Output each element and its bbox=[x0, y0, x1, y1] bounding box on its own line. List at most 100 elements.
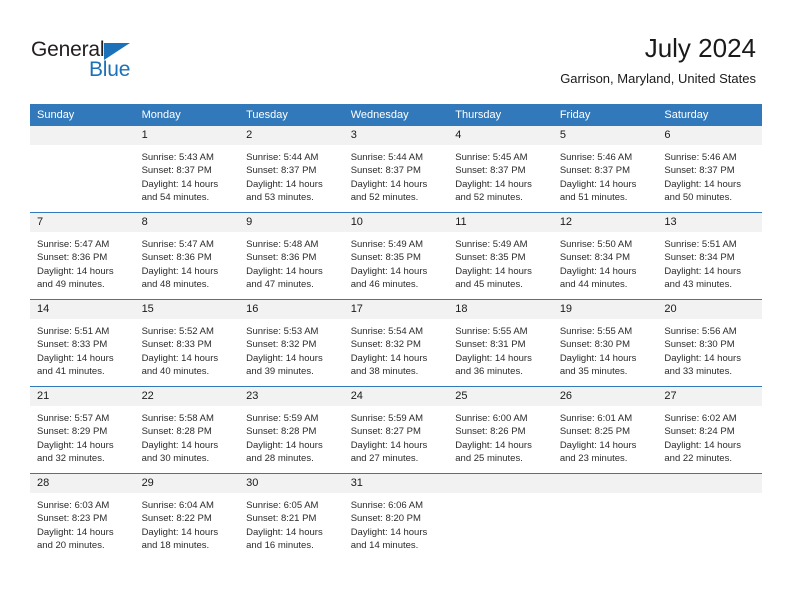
calendar-day-cell[interactable]: 5 Sunrise: 5:46 AM Sunset: 8:37 PM Daylight… bbox=[552, 126, 658, 213]
day-sun-info: Sunrise: 5:57 AM Sunset: 8:29 PM Daylight:… bbox=[30, 406, 135, 466]
calendar-day-cell[interactable]: 31 Sunrise: 6:06 AM Sunset: 8:20 PM Dayligh… bbox=[343, 473, 449, 560]
sunrise-text: Sunrise: 5:49 AM bbox=[455, 239, 528, 250]
calendar-day-cell[interactable]: 14 Sunrise: 5:51 AM Sunset: 8:33 PM Dayligh… bbox=[30, 299, 135, 387]
day-sun-info: Sunrise: 6:03 AM Sunset: 8:23 PM Daylight:… bbox=[30, 493, 135, 553]
calendar-day: 28 Sunrise: 6:03 AM Sunset: 8:23 PM Dayligh… bbox=[30, 474, 135, 560]
calendar-day: 5 Sunrise: 5:46 AM Sunset: 8:37 PM Daylight… bbox=[552, 126, 658, 212]
daylight-text-line2: and 18 minutes. bbox=[141, 540, 210, 552]
daylight-text-line1: Daylight: 14 hours bbox=[350, 178, 428, 190]
day-sun-info: Sunrise: 5:49 AM Sunset: 8:35 PM Daylight:… bbox=[344, 232, 449, 292]
calendar-day-cell[interactable]: 7 Sunrise: 5:47 AM Sunset: 8:36 PM Daylight… bbox=[30, 212, 135, 300]
daylight-text-line1: Daylight: 14 hours bbox=[664, 178, 741, 190]
sunrise-text: Sunrise: 5:53 AM bbox=[246, 326, 319, 337]
sunset-text: Sunset: 8:30 PM bbox=[559, 339, 631, 351]
calendar-day-cell[interactable]: 23 Sunrise: 5:59 AM Sunset: 8:28 PM Dayligh… bbox=[239, 386, 344, 474]
calendar-day: 11 Sunrise: 5:49 AM Sunset: 8:35 PM Dayligh… bbox=[448, 213, 553, 299]
calendar-day: 21 Sunrise: 5:57 AM Sunset: 8:29 PM Dayligh… bbox=[30, 387, 135, 473]
calendar-day-cell[interactable]: 28 Sunrise: 6:03 AM Sunset: 8:23 PM Dayligh… bbox=[30, 473, 135, 560]
calendar-week-row: 1 Sunrise: 5:43 AM Sunset: 8:37 PM Daylight… bbox=[30, 126, 762, 213]
calendar-day: 1 Sunrise: 5:43 AM Sunset: 8:37 PM Daylight… bbox=[134, 126, 240, 212]
daylight-text-line2: and 33 minutes. bbox=[664, 366, 732, 378]
daylight-text-line1: Daylight: 14 hours bbox=[559, 439, 637, 451]
calendar-day-cell[interactable]: 19 Sunrise: 5:55 AM Sunset: 8:30 PM Dayligh… bbox=[552, 299, 658, 387]
sunset-text: Sunset: 8:29 PM bbox=[37, 426, 108, 438]
calendar-day-cell[interactable]: 16 Sunrise: 5:53 AM Sunset: 8:32 PM Dayligh… bbox=[239, 299, 344, 387]
calendar-day-cell[interactable]: 10 Sunrise: 5:49 AM Sunset: 8:35 PM Dayligh… bbox=[343, 212, 449, 300]
daylight-text-line1: Daylight: 14 hours bbox=[246, 352, 323, 364]
calendar-week-row: 21 Sunrise: 5:57 AM Sunset: 8:29 PM Dayligh… bbox=[30, 386, 762, 474]
day-number: 30 bbox=[239, 474, 344, 493]
calendar-day-cell[interactable]: 21 Sunrise: 5:57 AM Sunset: 8:29 PM Dayligh… bbox=[30, 386, 135, 474]
day-number: 31 bbox=[343, 474, 449, 493]
sunrise-text: Sunrise: 5:55 AM bbox=[559, 326, 633, 337]
calendar-day-cell[interactable]: 20 Sunrise: 5:56 AM Sunset: 8:30 PM Dayligh… bbox=[657, 299, 762, 387]
day-sun-info: Sunrise: 6:06 AM Sunset: 8:20 PM Daylight:… bbox=[344, 493, 449, 553]
calendar-day: 3 Sunrise: 5:44 AM Sunset: 8:37 PM Daylight… bbox=[343, 126, 449, 212]
daylight-text-line2: and 45 minutes. bbox=[455, 279, 523, 291]
weekday-header-friday: Friday bbox=[552, 104, 658, 126]
calendar-day: 27 Sunrise: 6:02 AM Sunset: 8:24 PM Dayligh… bbox=[657, 387, 762, 473]
sunset-text: Sunset: 8:37 PM bbox=[350, 165, 421, 177]
calendar-day-cell[interactable]: 27 Sunrise: 6:02 AM Sunset: 8:24 PM Dayligh… bbox=[657, 386, 762, 474]
weekday-header-wednesday: Wednesday bbox=[343, 104, 449, 126]
calendar-day-cell[interactable]: 2 Sunrise: 5:44 AM Sunset: 8:37 PM Daylight… bbox=[239, 126, 344, 213]
calendar-day-cell[interactable]: 4 Sunrise: 5:45 AM Sunset: 8:37 PM Daylight… bbox=[448, 126, 553, 213]
sunset-text: Sunset: 8:35 PM bbox=[350, 252, 421, 264]
calendar-day: 29 Sunrise: 6:04 AM Sunset: 8:22 PM Dayligh… bbox=[134, 474, 240, 560]
daylight-text-line1: Daylight: 14 hours bbox=[246, 265, 323, 277]
daylight-text-line1: Daylight: 14 hours bbox=[455, 265, 532, 277]
calendar-day-cell[interactable]: 3 Sunrise: 5:44 AM Sunset: 8:37 PM Daylight… bbox=[343, 126, 449, 213]
calendar-day: 2 Sunrise: 5:44 AM Sunset: 8:37 PM Daylight… bbox=[239, 126, 344, 212]
daylight-text-line1: Daylight: 14 hours bbox=[350, 265, 428, 277]
calendar-day-cell[interactable]: 25 Sunrise: 6:00 AM Sunset: 8:26 PM Dayligh… bbox=[448, 386, 553, 474]
day-sun-info: Sunrise: 5:52 AM Sunset: 8:33 PM Daylight:… bbox=[135, 319, 240, 379]
daylight-text-line2: and 52 minutes. bbox=[455, 192, 523, 204]
calendar-day-cell[interactable]: 11 Sunrise: 5:49 AM Sunset: 8:35 PM Dayligh… bbox=[448, 212, 553, 300]
calendar-day-cell[interactable]: 9 Sunrise: 5:48 AM Sunset: 8:36 PM Daylight… bbox=[239, 212, 344, 300]
day-number: 10 bbox=[343, 213, 449, 232]
daylight-text-line1: Daylight: 14 hours bbox=[350, 439, 428, 451]
calendar-day-cell[interactable]: 1 Sunrise: 5:43 AM Sunset: 8:37 PM Daylight… bbox=[134, 126, 240, 213]
daylight-text-line2: and 36 minutes. bbox=[455, 366, 523, 378]
calendar-day-cell[interactable]: 24 Sunrise: 5:59 AM Sunset: 8:27 PM Dayligh… bbox=[343, 386, 449, 474]
daylight-text-line1: Daylight: 14 hours bbox=[559, 352, 637, 364]
calendar-day-cell[interactable]: 26 Sunrise: 6:01 AM Sunset: 8:25 PM Dayligh… bbox=[552, 386, 658, 474]
calendar-day-cell[interactable]: 15 Sunrise: 5:52 AM Sunset: 8:33 PM Dayligh… bbox=[134, 299, 240, 387]
day-number: 27 bbox=[657, 387, 762, 406]
daylight-text-line1: Daylight: 14 hours bbox=[664, 352, 741, 364]
daylight-text-line2: and 51 minutes. bbox=[559, 192, 628, 204]
day-number: 29 bbox=[134, 474, 240, 493]
daylight-text-line2: and 40 minutes. bbox=[141, 366, 210, 378]
calendar-day-cell[interactable]: 29 Sunrise: 6:04 AM Sunset: 8:22 PM Dayligh… bbox=[134, 473, 240, 560]
sunset-text: Sunset: 8:21 PM bbox=[246, 513, 317, 525]
sunset-text: Sunset: 8:30 PM bbox=[664, 339, 735, 351]
calendar-day-cell[interactable]: 22 Sunrise: 5:58 AM Sunset: 8:28 PM Dayligh… bbox=[134, 386, 240, 474]
calendar-day-cell[interactable]: 13 Sunrise: 5:51 AM Sunset: 8:34 PM Dayligh… bbox=[657, 212, 762, 300]
day-number: 1 bbox=[134, 126, 240, 145]
calendar-day-cell[interactable]: 8 Sunrise: 5:47 AM Sunset: 8:36 PM Daylight… bbox=[134, 212, 240, 300]
day-number bbox=[657, 474, 762, 493]
day-sun-info: Sunrise: 5:48 AM Sunset: 8:36 PM Daylight:… bbox=[239, 232, 344, 292]
daylight-text-line1: Daylight: 14 hours bbox=[141, 178, 219, 190]
day-number: 23 bbox=[239, 387, 344, 406]
day-sun-info: Sunrise: 5:53 AM Sunset: 8:32 PM Daylight:… bbox=[239, 319, 344, 379]
calendar-day-cell[interactable]: 6 Sunrise: 5:46 AM Sunset: 8:37 PM Daylight… bbox=[657, 126, 762, 213]
calendar-day-cell bbox=[552, 473, 658, 560]
daylight-text-line2: and 53 minutes. bbox=[246, 192, 314, 204]
daylight-text-line2: and 48 minutes. bbox=[141, 279, 210, 291]
weekday-header-thursday: Thursday bbox=[448, 104, 553, 126]
day-sun-info: Sunrise: 6:02 AM Sunset: 8:24 PM Daylight:… bbox=[657, 406, 762, 466]
calendar-day-cell[interactable]: 30 Sunrise: 6:05 AM Sunset: 8:21 PM Dayligh… bbox=[239, 473, 344, 560]
calendar-day: 9 Sunrise: 5:48 AM Sunset: 8:36 PM Daylight… bbox=[239, 213, 344, 299]
calendar-day-empty bbox=[30, 126, 135, 212]
day-number: 17 bbox=[343, 300, 449, 319]
calendar-day-cell[interactable]: 17 Sunrise: 5:54 AM Sunset: 8:32 PM Dayligh… bbox=[343, 299, 449, 387]
day-number: 25 bbox=[448, 387, 553, 406]
calendar-day: 12 Sunrise: 5:50 AM Sunset: 8:34 PM Dayligh… bbox=[552, 213, 658, 299]
day-number: 12 bbox=[552, 213, 658, 232]
sunrise-text: Sunrise: 6:00 AM bbox=[455, 413, 528, 424]
calendar-day-cell[interactable]: 12 Sunrise: 5:50 AM Sunset: 8:34 PM Dayligh… bbox=[552, 212, 658, 300]
calendar-day-cell[interactable]: 18 Sunrise: 5:55 AM Sunset: 8:31 PM Dayligh… bbox=[448, 299, 553, 387]
daylight-text-line1: Daylight: 14 hours bbox=[455, 178, 532, 190]
sunrise-text: Sunrise: 5:58 AM bbox=[141, 413, 214, 424]
